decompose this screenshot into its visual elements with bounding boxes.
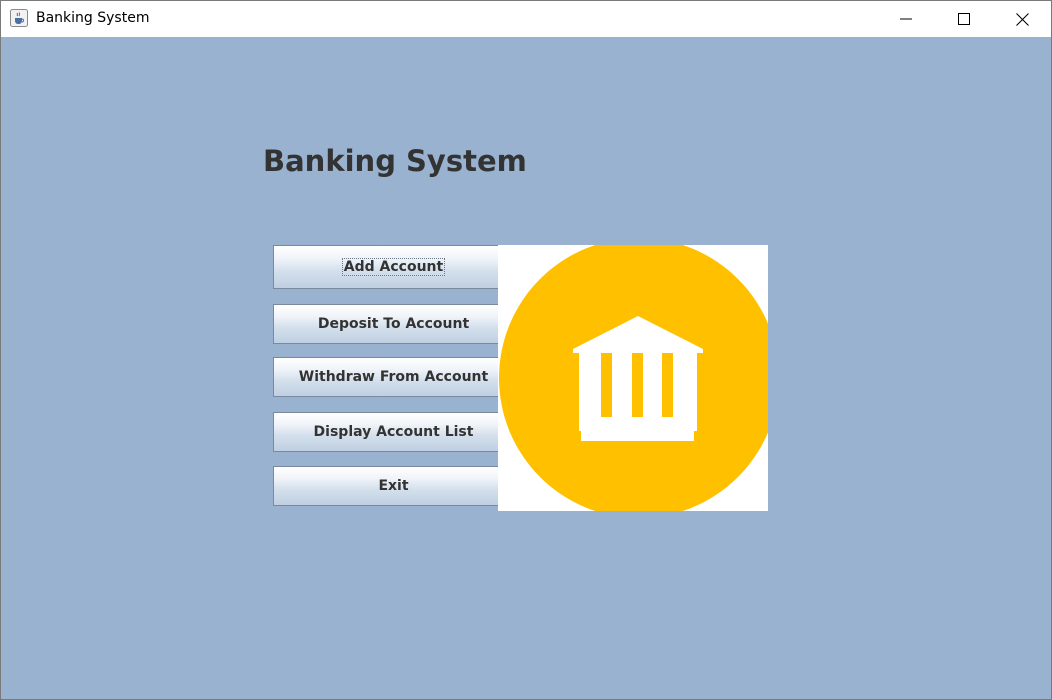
- maximize-icon: [958, 13, 970, 25]
- bank-icon: [499, 245, 768, 511]
- close-button[interactable]: [993, 1, 1051, 37]
- app-window: Banking System Banking System Add Accoun…: [0, 0, 1052, 700]
- exit-button[interactable]: Exit: [273, 466, 514, 506]
- deposit-to-account-label: Deposit To Account: [317, 316, 470, 332]
- withdraw-from-account-label: Withdraw From Account: [298, 369, 489, 385]
- maximize-button[interactable]: [935, 1, 993, 37]
- title-bar[interactable]: Banking System: [1, 1, 1051, 37]
- add-account-label: Add Account: [341, 258, 446, 276]
- java-cup-icon[interactable]: [10, 9, 28, 27]
- close-icon: [1015, 12, 1029, 26]
- minimize-icon: [900, 18, 912, 20]
- exit-label: Exit: [378, 478, 409, 494]
- add-account-button[interactable]: Add Account: [273, 245, 514, 289]
- page-title: Banking System: [263, 144, 527, 178]
- deposit-to-account-button[interactable]: Deposit To Account: [273, 304, 514, 344]
- bank-image: [498, 245, 768, 511]
- minimize-button[interactable]: [877, 1, 935, 37]
- main-panel: Banking System Add Account Deposit To Ac…: [1, 37, 1051, 699]
- withdraw-from-account-button[interactable]: Withdraw From Account: [273, 357, 514, 397]
- window-title: Banking System: [36, 10, 150, 26]
- display-account-list-label: Display Account List: [313, 424, 474, 440]
- display-account-list-button[interactable]: Display Account List: [273, 412, 514, 452]
